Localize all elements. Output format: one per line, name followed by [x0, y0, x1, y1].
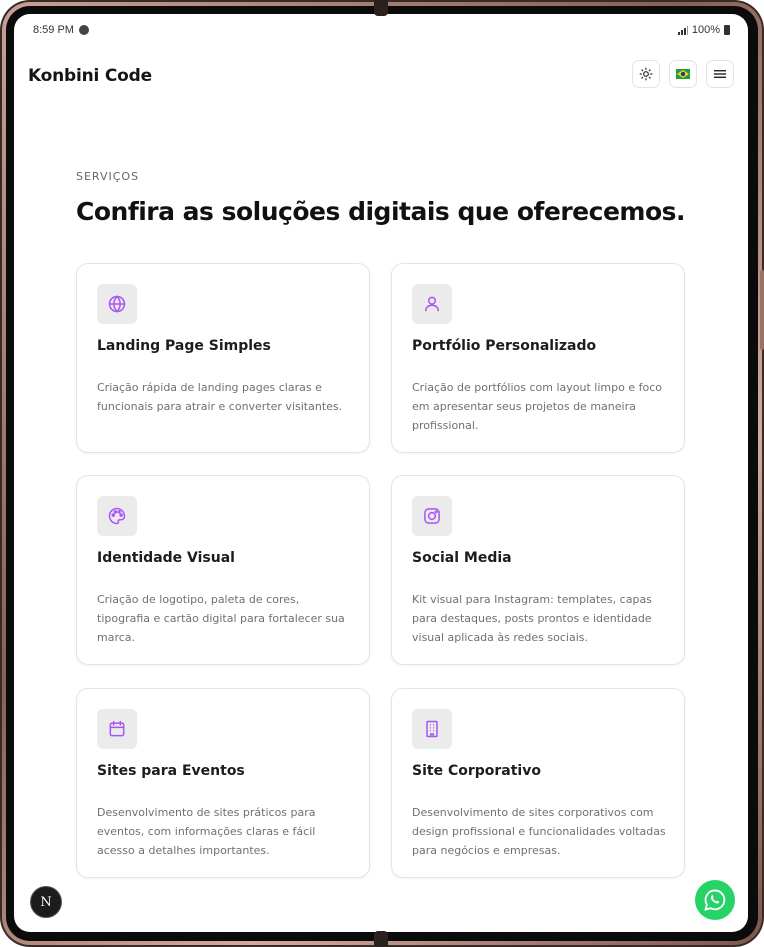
- card-description: Criação rápida de landing pages claras e…: [97, 381, 343, 413]
- brand-logo[interactable]: Konbini Code: [28, 66, 152, 86]
- battery-icon: [724, 25, 730, 35]
- whatsapp-button[interactable]: [695, 880, 735, 920]
- card-title: Site Corporativo: [412, 763, 541, 779]
- service-card[interactable]: Portfólio Personalizado Criação de portf…: [391, 263, 685, 453]
- hinge-top: [374, 0, 388, 16]
- card-description: Desenvolvimento de sites corporativos co…: [412, 806, 666, 857]
- card-title: Social Media: [412, 550, 512, 566]
- side-button: [760, 270, 764, 350]
- service-card[interactable]: Site Corporativo Desenvolvimento de site…: [391, 688, 685, 878]
- card-title: Identidade Visual: [97, 550, 235, 566]
- card-icon-wrap: [412, 496, 452, 536]
- card-description: Kit visual para Instagram: templates, ca…: [412, 593, 652, 644]
- card-description: Criação de logotipo, paleta de cores, ti…: [97, 593, 345, 644]
- section-heading: Confira as soluções digitais que oferece…: [76, 197, 686, 226]
- brazil-flag-icon: [676, 69, 690, 79]
- device-frame: 8:59 PM 100% Konbini Code SERVIÇOS Confi…: [0, 0, 764, 947]
- battery-percent: 100%: [691, 24, 720, 36]
- card-icon-wrap: [412, 709, 452, 749]
- menu-button[interactable]: [706, 60, 734, 88]
- hamburger-icon: [714, 70, 726, 78]
- status-time: 8:59 PM: [33, 24, 74, 36]
- palette-icon: [108, 507, 126, 525]
- status-right: 100%: [677, 24, 730, 36]
- notification-icon: [79, 25, 89, 35]
- instagram-icon: [424, 508, 440, 524]
- card-icon-wrap: [412, 284, 452, 324]
- service-card[interactable]: Landing Page Simples Criação rápida de l…: [76, 263, 370, 453]
- card-title: Landing Page Simples: [97, 338, 271, 354]
- sun-icon: [639, 67, 653, 81]
- card-icon-wrap: [97, 496, 137, 536]
- calendar-icon: [109, 720, 125, 737]
- service-card[interactable]: Sites para Eventos Desenvolvimento de si…: [76, 688, 370, 878]
- services-section: SERVIÇOS Confira as soluções digitais qu…: [76, 170, 688, 226]
- card-description: Criação de portfólios com layout limpo e…: [412, 381, 662, 432]
- status-bar: 8:59 PM 100%: [14, 14, 748, 48]
- card-title: Sites para Eventos: [97, 763, 245, 779]
- building-icon: [426, 720, 438, 738]
- theme-toggle-button[interactable]: [632, 60, 660, 88]
- navbar: Konbini Code: [14, 58, 748, 98]
- service-card[interactable]: Social Media Kit visual para Instagram: …: [391, 475, 685, 665]
- globe-icon: [108, 295, 126, 313]
- language-button[interactable]: [669, 60, 697, 88]
- card-description: Desenvolvimento de sites práticos para e…: [97, 806, 316, 857]
- whatsapp-icon: [704, 889, 726, 911]
- user-icon: [425, 296, 439, 312]
- card-icon-wrap: [97, 709, 137, 749]
- hinge-bottom: [374, 931, 388, 947]
- card-title: Portfólio Personalizado: [412, 338, 597, 354]
- card-icon-wrap: [97, 284, 137, 324]
- service-card[interactable]: Identidade Visual Criação de logotipo, p…: [76, 475, 370, 665]
- nextjs-dev-badge[interactable]: N: [30, 886, 62, 918]
- screen: 8:59 PM 100% Konbini Code SERVIÇOS Confi…: [14, 14, 748, 932]
- section-eyebrow: SERVIÇOS: [76, 170, 140, 183]
- signal-icon: [677, 25, 688, 35]
